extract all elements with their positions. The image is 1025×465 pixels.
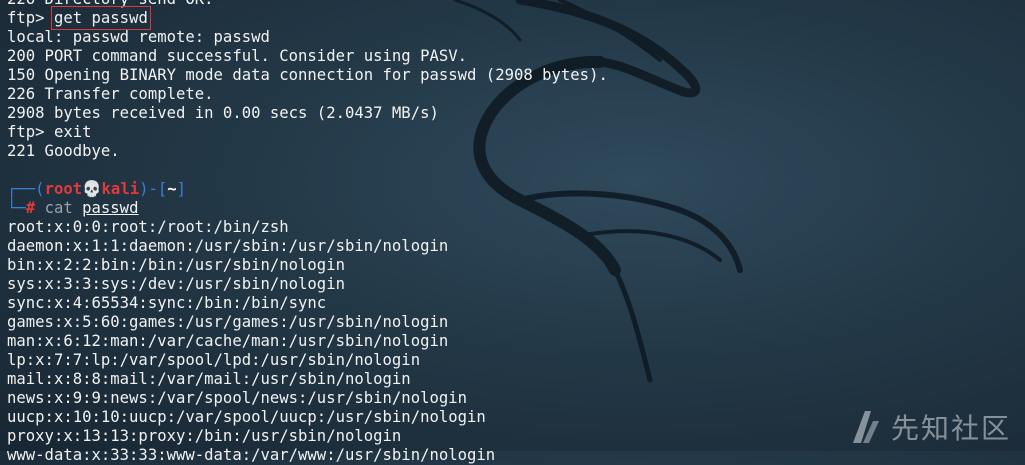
shell-argument: passwd xyxy=(82,199,139,217)
terminal-line: 200 PORT command successful. Consider us… xyxy=(7,47,468,65)
passwd-line: news:x:9:9:news:/var/spool/news:/usr/sbi… xyxy=(7,389,468,407)
prompt-hash: # xyxy=(25,199,36,217)
passwd-line: games:x:5:60:games:/usr/games:/usr/sbin/… xyxy=(7,313,449,331)
skull-icon: 💀 xyxy=(82,180,102,198)
terminal-line: 2908 bytes received in 0.00 secs (2.0437… xyxy=(7,104,439,122)
shell-prompt-line: ┌──(root💀kali)-[~] xyxy=(7,180,608,199)
terminal-line: ftp> exit xyxy=(7,123,92,141)
passwd-line: uucp:x:10:10:uucp:/var/spool/uucp:/usr/s… xyxy=(7,408,486,426)
passwd-line: mail:x:8:8:mail:/var/mail:/usr/sbin/nolo… xyxy=(7,370,411,388)
terminal-output: 226 Directory send OK. ftp> get passwd l… xyxy=(7,0,608,465)
passwd-line: sync:x:4:65534:sync:/bin:/bin/sync xyxy=(7,294,327,312)
ftp-command-line: ftp> get passwd xyxy=(7,6,608,30)
ftp-prompt: ftp> xyxy=(7,9,54,27)
terminal-line: local: passwd remote: passwd xyxy=(7,28,270,46)
terminal-line: 226 Transfer complete. xyxy=(7,85,214,103)
prompt-frame-top: ┌──( xyxy=(7,180,45,198)
prompt-user: root xyxy=(44,180,83,198)
shell-command: cat xyxy=(44,199,73,217)
passwd-line: man:x:6:12:man:/var/cache/man:/usr/sbin/… xyxy=(7,332,449,350)
terminal-line: 221 Goodbye. xyxy=(7,142,120,160)
prompt-frame-end: ] xyxy=(176,180,187,198)
prompt-dir: ~ xyxy=(167,180,177,198)
passwd-line: lp:x:7:7:lp:/var/spool/lpd:/usr/sbin/nol… xyxy=(7,351,421,369)
passwd-line: proxy:x:13:13:proxy:/bin:/usr/sbin/nolog… xyxy=(7,427,402,445)
watermark-text: 先知社区 xyxy=(890,412,1011,445)
shell-command-line: └─# cat passwd xyxy=(7,199,608,218)
prompt-host: kali xyxy=(101,180,140,198)
terminal-line: 226 Directory send OK. xyxy=(7,0,608,9)
passwd-line: root:x:0:0:root:/root:/bin/zsh xyxy=(7,218,289,236)
highlighted-get-command: get passwd xyxy=(50,6,151,30)
passwd-line: daemon:x:1:1:daemon:/usr/sbin:/usr/sbin/… xyxy=(7,237,449,255)
xianzhi-logo-icon xyxy=(852,411,879,443)
passwd-line: sys:x:3:3:sys:/dev:/usr/sbin/nologin xyxy=(7,275,345,293)
prompt-frame-mid: )-[ xyxy=(139,180,168,198)
passwd-line: bin:x:2:2:bin:/bin:/usr/sbin/nologin xyxy=(7,256,345,274)
prompt-frame-bottom: └─ xyxy=(7,199,26,217)
terminal-line: 150 Opening BINARY mode data connection … xyxy=(7,66,608,84)
watermark: 先知社区 xyxy=(849,407,1011,447)
passwd-line: www-data:x:33:33:www-data:/var/www:/usr/… xyxy=(7,446,496,464)
